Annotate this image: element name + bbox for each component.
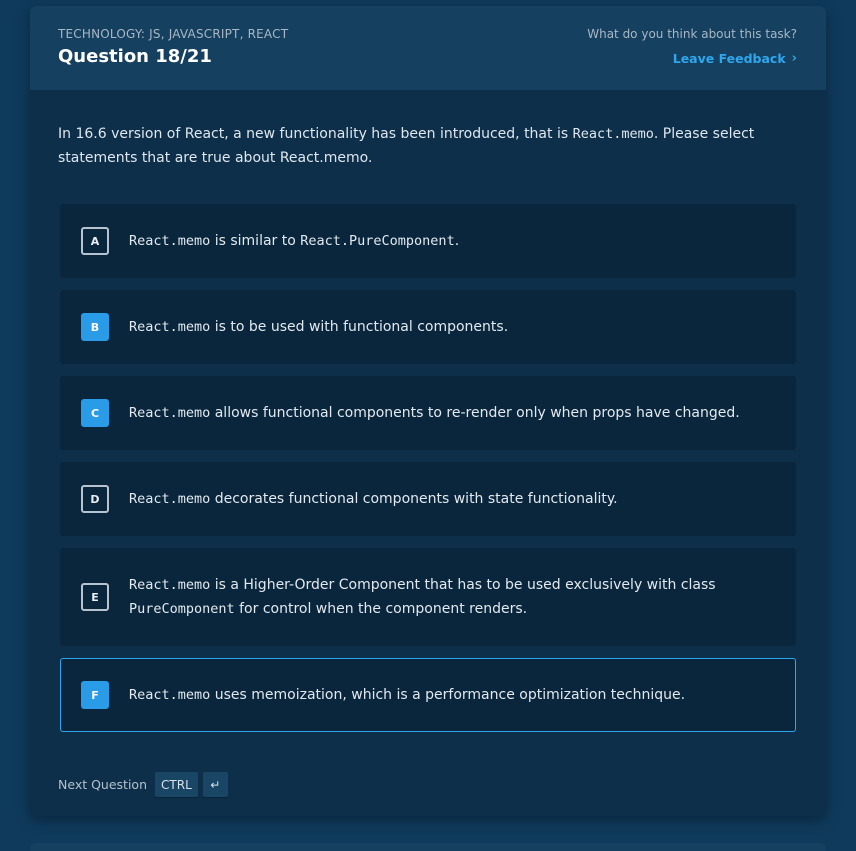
option-b-label: is to be used with functional components… — [210, 319, 509, 335]
option-a-checkbox[interactable]: A — [81, 227, 109, 255]
option-d-text: React.memo decorates functional componen… — [129, 487, 779, 511]
chevron-right-icon: › — [791, 51, 797, 66]
option-e[interactable]: E React.memo is a Higher-Order Component… — [60, 548, 796, 646]
option-a-label: is similar to — [210, 233, 301, 249]
next-card-edge — [30, 843, 826, 851]
option-c-checkbox[interactable]: C — [81, 399, 109, 427]
leave-feedback-link[interactable]: Leave Feedback › — [673, 51, 797, 66]
question-card: TECHNOLOGY: JS, JAVASCRIPT, REACT Questi… — [30, 6, 826, 816]
prompt-prefix: In 16.6 version of React, a new function… — [58, 126, 573, 142]
option-c-text: React.memo allows functional components … — [129, 401, 779, 425]
prompt-code: React.memo — [572, 126, 654, 142]
option-e-label2: for control when the component renders. — [234, 601, 528, 617]
option-e-checkbox[interactable]: E — [81, 583, 109, 611]
option-f[interactable]: F React.memo uses memoization, which is … — [60, 658, 796, 732]
next-question-label[interactable]: Next Question — [58, 777, 147, 792]
option-c-label: allows functional components to re-rende… — [210, 405, 740, 421]
option-c-code: React.memo — [129, 405, 211, 421]
option-e-label: is a Higher-Order Component that has to … — [210, 577, 716, 593]
option-c[interactable]: C React.memo allows functional component… — [60, 376, 796, 450]
ctrl-key-badge: CTRL — [155, 772, 198, 797]
enter-key-icon: ↵ — [202, 772, 228, 797]
option-b-text: React.memo is to be used with functional… — [129, 315, 779, 339]
option-b[interactable]: B React.memo is to be used with function… — [60, 290, 796, 364]
technology-label: TECHNOLOGY: JS, JAVASCRIPT, REACT — [58, 27, 289, 41]
feedback-prompt: What do you think about this task? — [587, 27, 797, 41]
card-header: TECHNOLOGY: JS, JAVASCRIPT, REACT Questi… — [30, 6, 826, 90]
option-f-label: uses memoization, which is a performance… — [210, 687, 686, 703]
option-f-text: React.memo uses memoization, which is a … — [129, 683, 779, 707]
option-d[interactable]: D React.memo decorates functional compon… — [60, 462, 796, 536]
option-b-checkbox[interactable]: B — [81, 313, 109, 341]
option-f-code: React.memo — [129, 687, 211, 703]
option-a-label2: . — [454, 233, 460, 249]
option-f-checkbox[interactable]: F — [81, 681, 109, 709]
option-d-checkbox[interactable]: D — [81, 485, 109, 513]
option-d-label: decorates functional components with sta… — [210, 491, 618, 507]
option-a[interactable]: A React.memo is similar to React.PureCom… — [60, 204, 796, 278]
option-e-code: React.memo — [129, 577, 211, 593]
option-a-text: React.memo is similar to React.PureCompo… — [129, 229, 779, 253]
option-b-code: React.memo — [129, 319, 211, 335]
option-a-code: React.memo — [129, 233, 211, 249]
option-e-code2: PureComponent — [129, 601, 235, 617]
option-e-text: React.memo is a Higher-Order Component t… — [129, 573, 779, 621]
next-question-row[interactable]: Next Question CTRL ↵ — [58, 772, 233, 797]
question-prompt: In 16.6 version of React, a new function… — [58, 122, 778, 170]
option-d-code: React.memo — [129, 491, 211, 507]
leave-feedback-label: Leave Feedback — [672, 51, 786, 66]
question-number: Question 18/21 — [58, 46, 212, 67]
option-a-code2: React.PureComponent — [300, 233, 455, 249]
